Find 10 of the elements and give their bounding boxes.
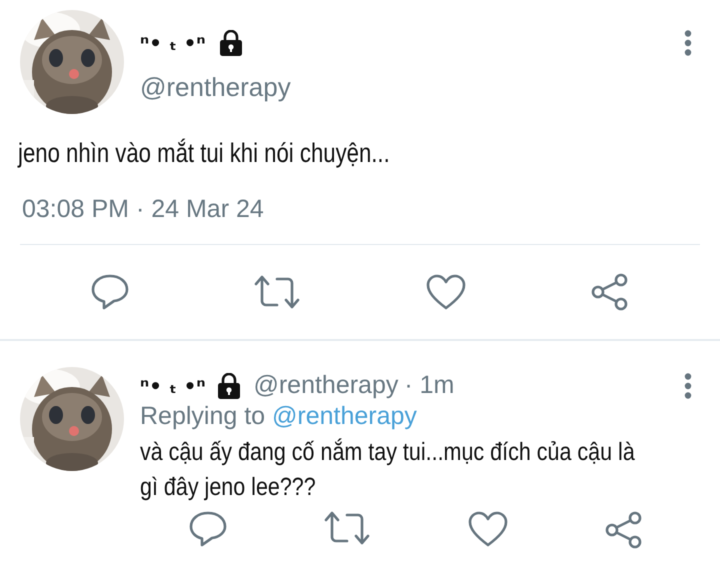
user-handle: @rentherapy (253, 371, 398, 400)
tweet-text: jeno nhìn vào mắt tui khi nói chuyện... (16, 137, 390, 169)
reply-text: và cậu ấy đang cố nắm tay tui...mục đích của cậu là gì đây jeno lee??? (140, 437, 636, 503)
mention-link[interactable]: @rentherapy (272, 402, 417, 430)
user-handle: @rentherapy (140, 72, 292, 103)
display-name: ⁿ• ₜ •ⁿ (140, 31, 206, 55)
post-time: · 1m (404, 371, 454, 400)
display-name: ⁿ• ₜ •ⁿ (140, 374, 206, 398)
timestamp: 03:08 PM · 24 Mar 24 (22, 195, 264, 223)
replying-label: Replying to (140, 402, 266, 430)
